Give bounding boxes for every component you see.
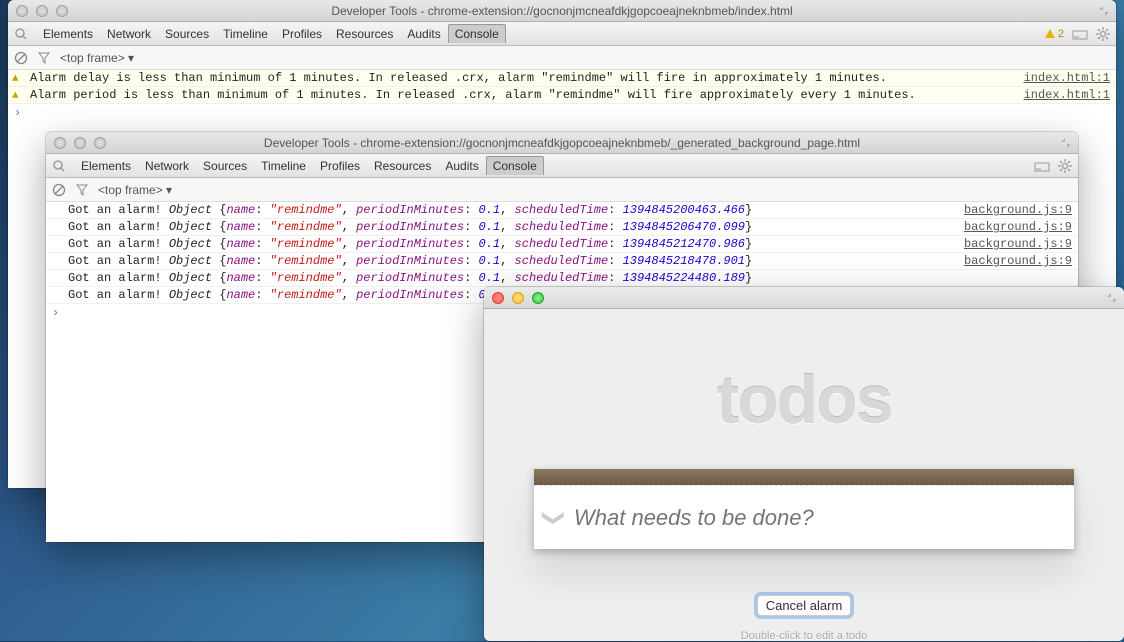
tab-timeline[interactable]: Timeline: [216, 27, 275, 41]
app-title: todos: [484, 309, 1124, 439]
tab-audits[interactable]: Audits: [400, 27, 447, 41]
todos-window: todos ❯ Cancel alarm Double-click to edi…: [484, 287, 1124, 641]
new-todo-input[interactable]: [574, 505, 1074, 531]
console-message: Got an alarm! Object {name: "remindme", …: [68, 203, 956, 217]
traffic-min[interactable]: [74, 137, 86, 149]
source-link[interactable]: index.html:1: [1024, 71, 1110, 85]
console-row: Got an alarm! Object {name: "remindme", …: [46, 236, 1078, 253]
frame-selector[interactable]: <top frame> ▾: [98, 183, 172, 197]
source-link[interactable]: background.js:9: [964, 220, 1072, 234]
expand-icon[interactable]: [1098, 5, 1110, 17]
console-row: ▲ Alarm delay is less than minimum of 1 …: [8, 70, 1116, 87]
console-message: Alarm delay is less than minimum of 1 mi…: [30, 71, 1016, 85]
traffic-min[interactable]: [512, 292, 524, 304]
console-message: Got an alarm! Object {name: "remindme", …: [68, 271, 1072, 285]
tab-network[interactable]: Network: [100, 27, 158, 41]
search-icon[interactable]: [14, 27, 28, 41]
traffic-zoom[interactable]: [532, 292, 544, 304]
toggle-all-icon[interactable]: ❯: [541, 498, 567, 538]
card-header-bar: [534, 469, 1074, 485]
titlebar[interactable]: Developer Tools - chrome-extension://goc…: [8, 0, 1116, 22]
titlebar[interactable]: [484, 287, 1124, 309]
tab-profiles[interactable]: Profiles: [275, 27, 329, 41]
window-title: Developer Tools - chrome-extension://goc…: [8, 4, 1116, 18]
console-toolbar: <top frame> ▾: [46, 178, 1078, 202]
tab-audits[interactable]: Audits: [438, 159, 485, 173]
tab-console[interactable]: Console: [486, 156, 544, 175]
gear-icon[interactable]: [1058, 159, 1072, 173]
tab-console[interactable]: Console: [448, 24, 506, 43]
cancel-alarm-button[interactable]: Cancel alarm: [757, 595, 852, 616]
tab-sources[interactable]: Sources: [158, 27, 216, 41]
tab-elements[interactable]: Elements: [74, 159, 138, 173]
search-icon[interactable]: [52, 159, 66, 173]
filter-icon[interactable]: [38, 52, 50, 64]
traffic-close[interactable]: [54, 137, 66, 149]
console-row: Got an alarm! Object {name: "remindme", …: [46, 253, 1078, 270]
console-toolbar: <top frame> ▾: [8, 46, 1116, 70]
console-row: Got an alarm! Object {name: "remindme", …: [46, 202, 1078, 219]
console-message: Got an alarm! Object {name: "remindme", …: [68, 220, 956, 234]
tab-elements[interactable]: Elements: [36, 27, 100, 41]
console-message: Alarm period is less than minimum of 1 m…: [30, 88, 1016, 102]
frame-selector[interactable]: <top frame> ▾: [60, 51, 134, 65]
todo-card: ❯: [534, 469, 1074, 549]
clear-console-icon[interactable]: [52, 183, 66, 197]
console-message: Got an alarm! Object {name: "remindme", …: [68, 254, 956, 268]
devtools-tabbar: Elements Network Sources Timeline Profil…: [8, 22, 1116, 46]
expand-icon[interactable]: [1060, 137, 1072, 149]
traffic-zoom[interactable]: [94, 137, 106, 149]
gear-icon[interactable]: [1096, 27, 1110, 41]
warning-count-num: 2: [1058, 28, 1064, 40]
window-title: Developer Tools - chrome-extension://goc…: [46, 136, 1078, 150]
tab-profiles[interactable]: Profiles: [313, 159, 367, 173]
tab-sources[interactable]: Sources: [196, 159, 254, 173]
todos-body: todos ❯ Cancel alarm Double-click to edi…: [484, 309, 1124, 641]
console-message: Got an alarm! Object {name: "remindme", …: [68, 237, 956, 251]
warning-icon: ▲: [12, 73, 19, 85]
titlebar[interactable]: Developer Tools - chrome-extension://goc…: [46, 132, 1078, 154]
devtools-tabbar: Elements Network Sources Timeline Profil…: [46, 154, 1078, 178]
traffic-min[interactable]: [36, 5, 48, 17]
console-row: Got an alarm! Object {name: "remindme", …: [46, 270, 1078, 287]
expand-icon[interactable]: [1106, 292, 1118, 304]
warning-icon: ▲: [12, 90, 19, 102]
tab-timeline[interactable]: Timeline: [254, 159, 313, 173]
console-row: Got an alarm! Object {name: "remindme", …: [46, 219, 1078, 236]
traffic-zoom[interactable]: [56, 5, 68, 17]
source-link[interactable]: index.html:1: [1024, 88, 1110, 102]
traffic-close[interactable]: [16, 5, 28, 17]
tab-resources[interactable]: Resources: [367, 159, 438, 173]
drawer-icon[interactable]: [1072, 28, 1088, 40]
traffic-close[interactable]: [492, 292, 504, 304]
source-link[interactable]: background.js:9: [964, 254, 1072, 268]
warning-count[interactable]: 2: [1044, 28, 1064, 40]
console-row: ▲ Alarm period is less than minimum of 1…: [8, 87, 1116, 104]
tab-resources[interactable]: Resources: [329, 27, 400, 41]
filter-icon[interactable]: [76, 184, 88, 196]
tab-network[interactable]: Network: [138, 159, 196, 173]
clear-console-icon[interactable]: [14, 51, 28, 65]
source-link[interactable]: background.js:9: [964, 203, 1072, 217]
prompt-chevron-icon[interactable]: ›: [8, 104, 1116, 122]
edit-hint: Double-click to edit a todo: [484, 630, 1124, 642]
drawer-icon[interactable]: [1034, 160, 1050, 172]
source-link[interactable]: background.js:9: [964, 237, 1072, 251]
